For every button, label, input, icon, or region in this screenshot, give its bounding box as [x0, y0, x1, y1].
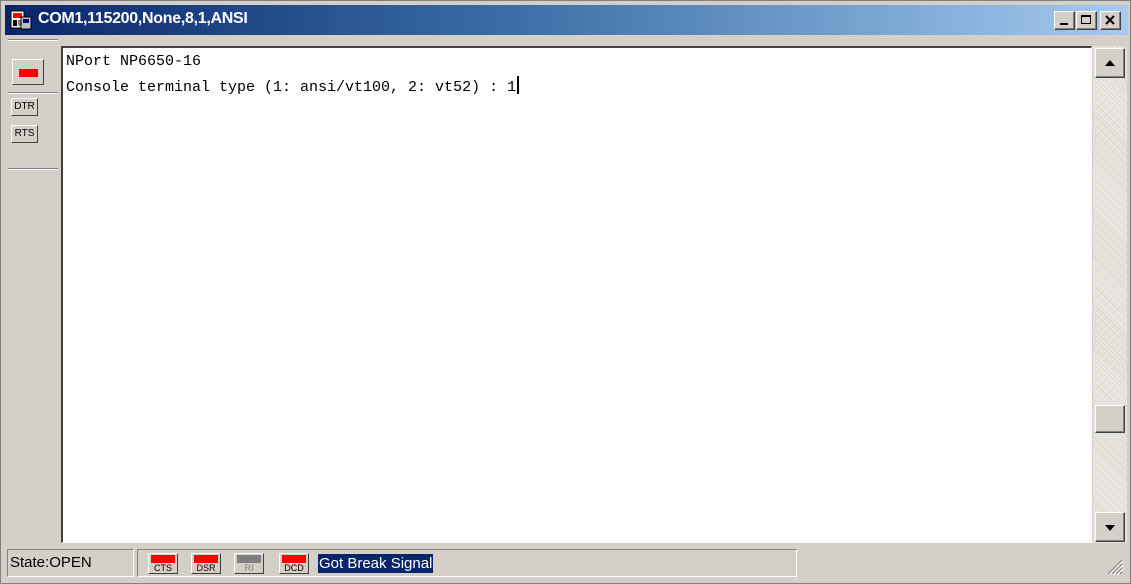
- close-button[interactable]: [1100, 11, 1121, 30]
- maximize-icon: [1081, 15, 1091, 24]
- cts-led: [151, 555, 175, 563]
- terminal-line: Console terminal type (1: ansi/vt100, 2:…: [66, 79, 517, 96]
- cts-indicator: CTS: [148, 553, 178, 574]
- break-led: [19, 69, 38, 77]
- resize-grip-icon[interactable]: [1102, 554, 1124, 576]
- toolbar-divider: [8, 92, 58, 94]
- window-title: COM1,115200,None,8,1,ANSI: [38, 10, 248, 27]
- title-bar[interactable]: COM1,115200,None,8,1,ANSI: [5, 5, 1128, 35]
- toolbar-divider: [8, 39, 58, 41]
- ri-led: [237, 555, 261, 563]
- dsr-led: [194, 555, 218, 563]
- scroll-up-button[interactable]: [1095, 48, 1125, 78]
- toolbar-divider: [8, 168, 58, 170]
- signal-toolbar: DTR RTS: [5, 37, 59, 541]
- dtr-button[interactable]: DTR: [11, 98, 38, 116]
- connection-state: State:OPEN: [7, 549, 134, 577]
- ri-label: RI: [244, 563, 254, 573]
- minimize-icon: [1060, 23, 1068, 25]
- dcd-led: [282, 555, 306, 563]
- arrow-down-icon: [1105, 525, 1115, 531]
- cts-label: CTS: [154, 563, 172, 573]
- dsr-indicator: DSR: [191, 553, 221, 574]
- dcd-label: DCD: [284, 563, 304, 573]
- scroll-thumb[interactable]: [1095, 405, 1125, 433]
- arrow-up-icon: [1105, 60, 1115, 66]
- terminal-line: NPort NP6650-16: [66, 53, 202, 70]
- maximize-button[interactable]: [1076, 11, 1097, 30]
- text-cursor: [517, 76, 520, 94]
- vertical-scrollbar[interactable]: [1093, 46, 1127, 543]
- scroll-down-button[interactable]: [1095, 512, 1125, 542]
- signal-indicators: CTS DSR RI DCD Got Break Signal: [137, 549, 797, 577]
- close-icon: [1105, 15, 1115, 25]
- terminal-app-icon[interactable]: [10, 9, 32, 31]
- terminal-window: COM1,115200,None,8,1,ANSI DTR RTS NPort …: [0, 0, 1131, 584]
- terminal-output[interactable]: NPort NP6650-16 Console terminal type (1…: [61, 46, 1092, 543]
- break-signal-button[interactable]: [12, 59, 44, 85]
- status-message: Got Break Signal: [318, 554, 434, 573]
- ri-indicator: RI: [234, 553, 264, 574]
- terminal-line-input[interactable]: Console terminal type (1: ansi/vt100, 2:…: [66, 76, 520, 98]
- dcd-indicator: DCD: [279, 553, 309, 574]
- status-bar: State:OPEN CTS DSR RI DCD Got Break Sign…: [5, 546, 1128, 580]
- dsr-label: DSR: [196, 563, 216, 573]
- rts-button[interactable]: RTS: [11, 125, 38, 143]
- minimize-button[interactable]: [1054, 11, 1075, 30]
